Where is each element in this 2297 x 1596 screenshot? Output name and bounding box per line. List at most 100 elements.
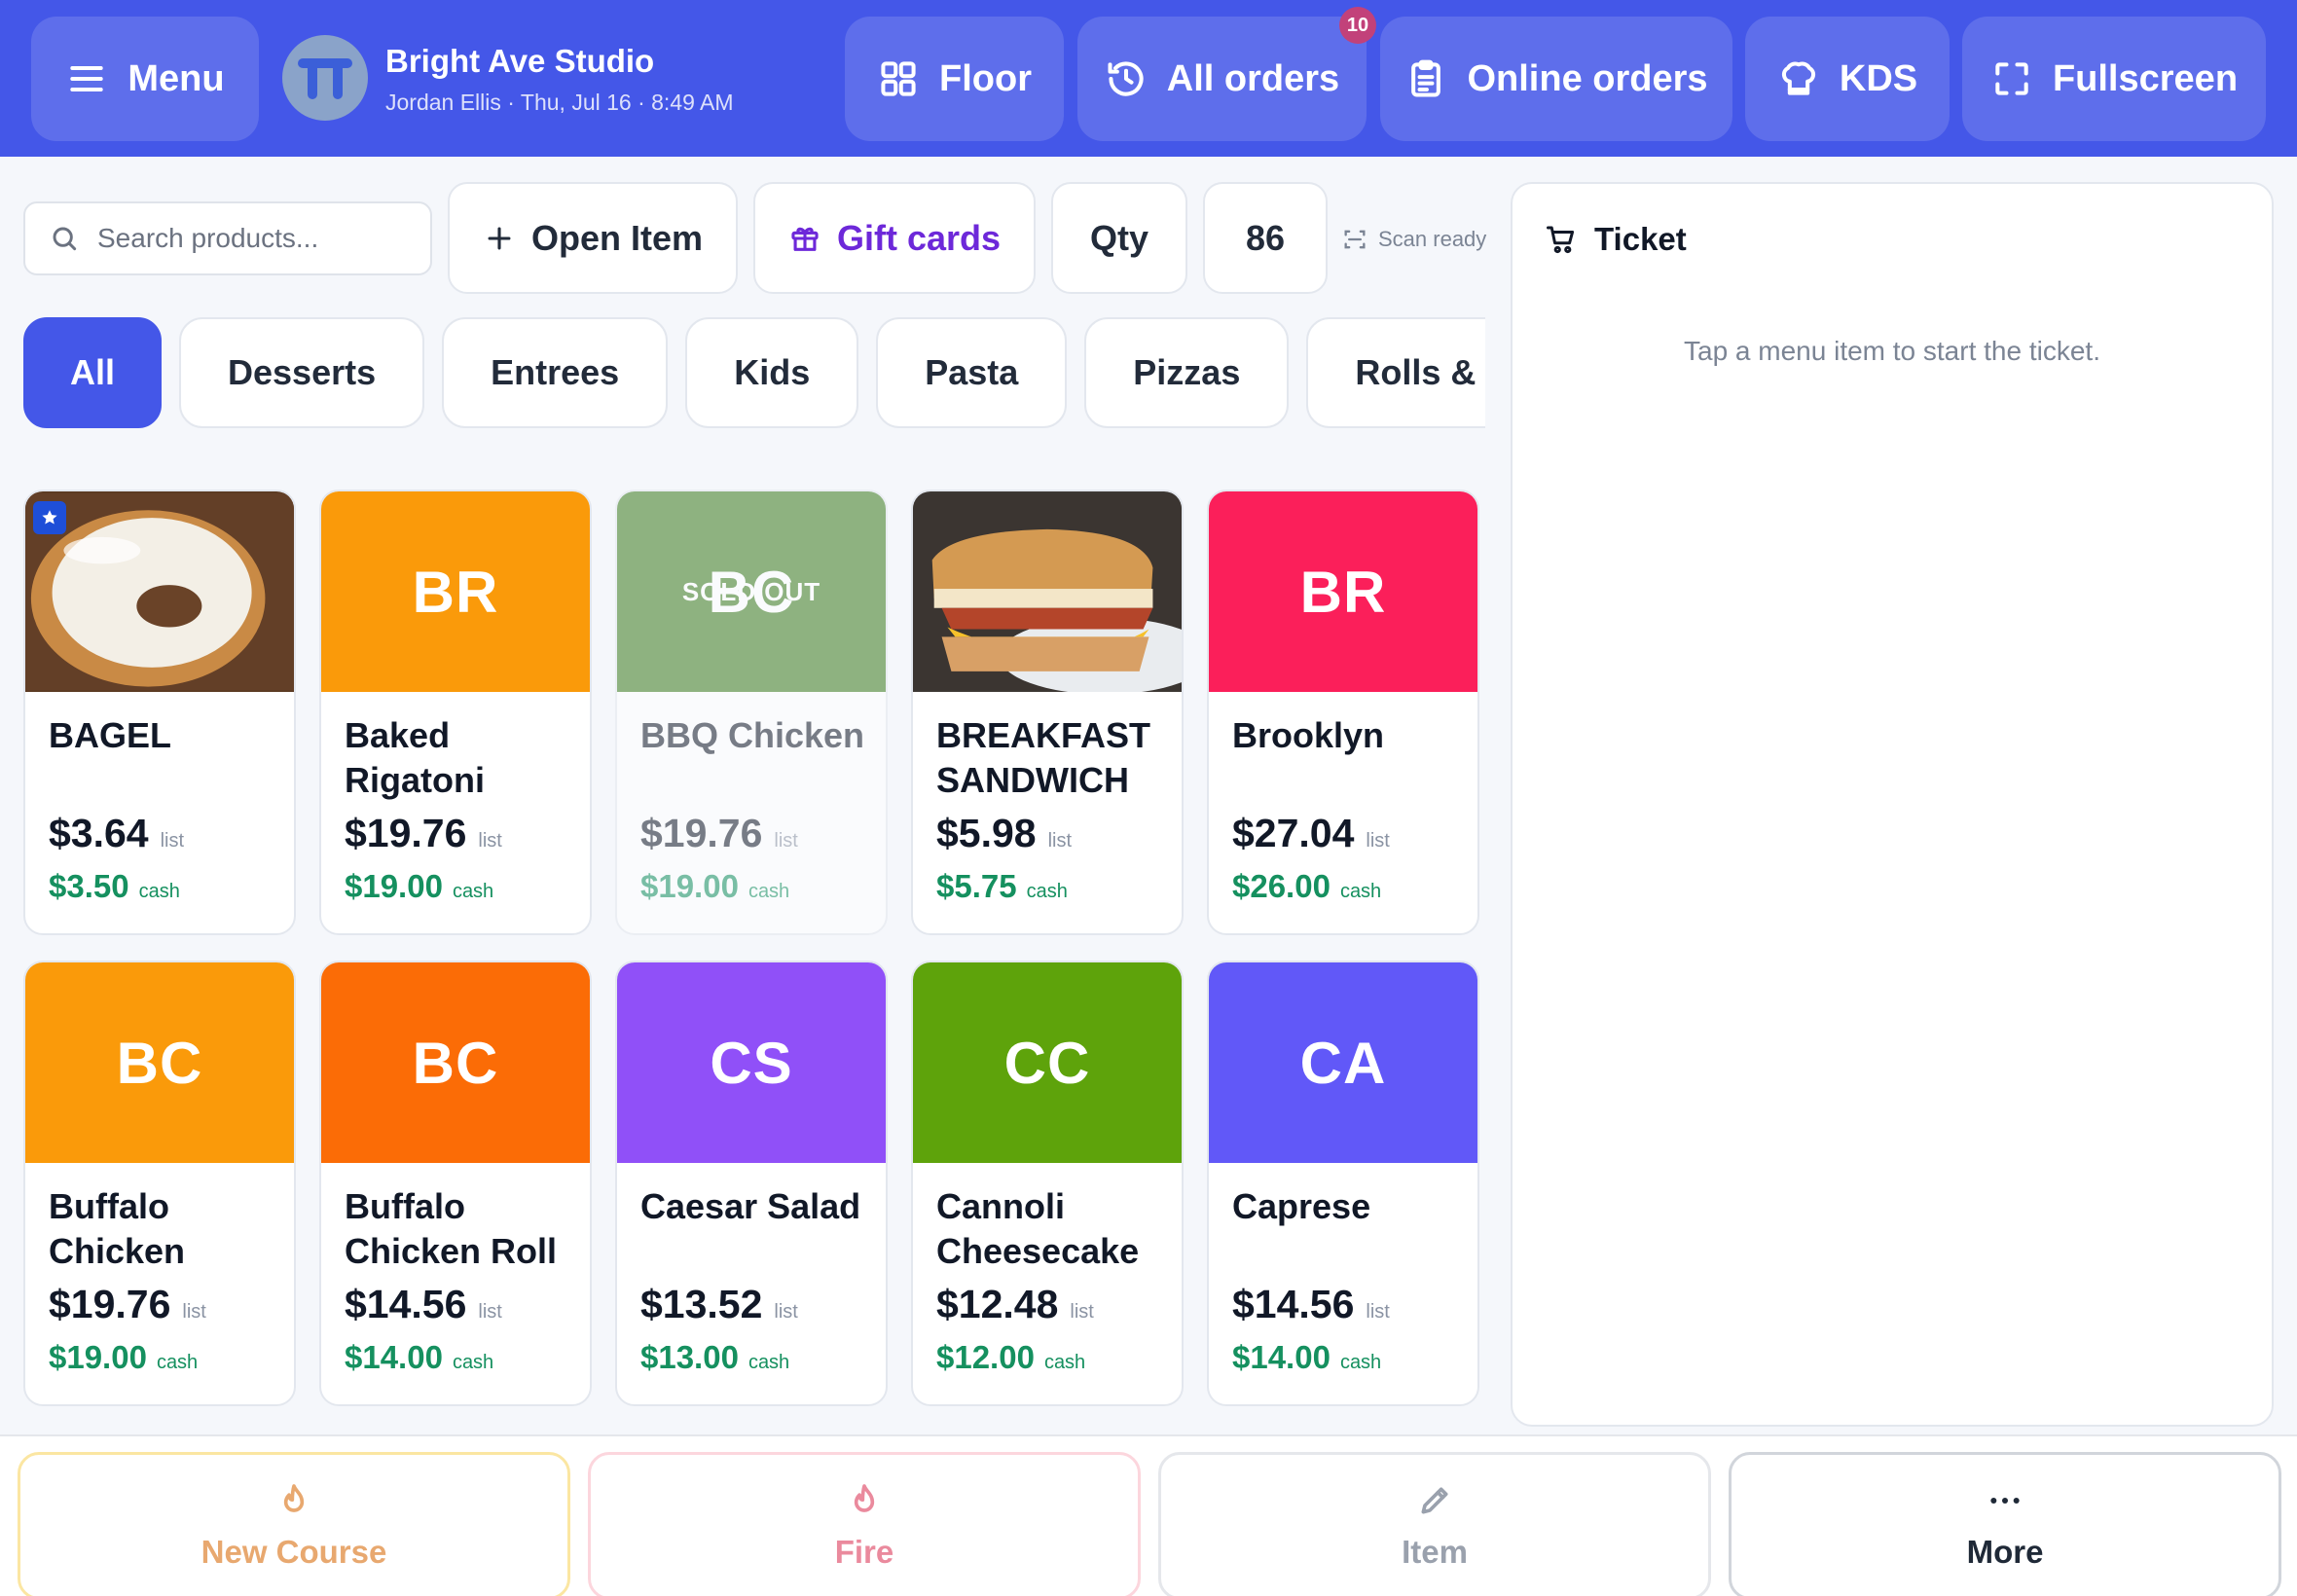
category-kids[interactable]: Kids xyxy=(685,317,859,428)
product-card-baked-rigatoni[interactable]: BR Baked Rigatoni $19.76 list $19.00 cash xyxy=(319,490,592,935)
ticket-title: Ticket xyxy=(1594,221,1687,257)
cash-price-value: $5.75 xyxy=(936,868,1017,904)
menu-button[interactable]: Menu xyxy=(31,17,259,141)
category-rolls[interactable]: Rolls & Ca xyxy=(1306,317,1485,428)
product-card-bbq-chicken[interactable]: BC SOLD OUT BBQ Chicken $19.76 list $19.0… xyxy=(615,490,888,935)
product-card-buffalo-chicken-roll[interactable]: BC Buffalo Chicken Roll $14.56 list $14.0… xyxy=(319,961,592,1406)
store-logo-mark xyxy=(298,58,352,99)
product-grid: BAGEL $3.64 list $3.50 cash BR Baked Rigat… xyxy=(23,490,1479,1406)
list-price-value: $14.56 xyxy=(345,1282,467,1326)
store-name: Bright Ave Studio xyxy=(385,43,655,79)
item-button[interactable]: Item xyxy=(1158,1452,1711,1596)
cash-price: $19.00 cash xyxy=(345,868,493,905)
fullscreen-button[interactable]: Fullscreen xyxy=(1962,17,2266,141)
cash-price: $19.00 cash xyxy=(640,868,789,905)
product-name: Caesar Salad xyxy=(640,1186,861,1226)
flame-icon xyxy=(283,1484,305,1512)
product-card-bagel[interactable]: BAGEL $3.64 list $3.50 cash xyxy=(23,490,296,935)
category-all[interactable]: All xyxy=(23,317,163,428)
sold-out-label: SOLD OUT xyxy=(681,576,821,606)
list-price-tag: list xyxy=(1047,830,1073,852)
top-bar: Menu Bright Ave Studio Jordan Ellis · Th… xyxy=(0,0,2297,157)
product-name: BREAKFAST SANDWICH xyxy=(936,715,1151,800)
menu-button-label: Menu xyxy=(128,57,225,99)
list-price-tag: list xyxy=(774,1301,798,1323)
list-price-value: $19.76 xyxy=(345,811,467,855)
fullscreen-icon xyxy=(1995,62,2028,95)
product-card-breakfast-sandwich[interactable]: BREAKFAST SANDWICH $5.98 list $5.75 cash xyxy=(911,490,1184,935)
search-icon xyxy=(53,227,77,251)
list-price-value: $27.04 xyxy=(1232,811,1355,855)
product-card-brooklyn[interactable]: BR Brooklyn $27.04 list $26.00 cash xyxy=(1207,490,1479,935)
list-price-value: $5.98 xyxy=(936,811,1037,855)
clipboard-icon xyxy=(1411,59,1441,97)
product-initials: CS xyxy=(710,1030,793,1096)
more-button[interactable]: More xyxy=(1729,1452,2281,1596)
product-card-caesar-salad[interactable]: CS Caesar Salad $13.52 list $13.00 cash xyxy=(615,961,888,1406)
cash-price: $14.00 cash xyxy=(345,1339,493,1376)
cash-price: $26.00 cash xyxy=(1232,868,1381,905)
product-card-caprese[interactable]: CA Caprese $14.56 list $14.00 cash xyxy=(1207,961,1479,1406)
online-orders-button-label: Online orders xyxy=(1467,57,1708,99)
category-pasta[interactable]: Pasta xyxy=(876,317,1068,428)
cash-price: $3.50 cash xyxy=(49,868,180,905)
product-name: Cannoli Cheesecake xyxy=(936,1186,1140,1271)
open-item-button[interactable]: Open Item xyxy=(448,182,738,294)
product-card-cannoli-cheesecake[interactable]: CC Cannoli Cheesecake $12.48 list $12.00 c… xyxy=(911,961,1184,1406)
category-entrees[interactable]: Entrees xyxy=(442,317,669,428)
list-price: $27.04 list xyxy=(1232,811,1390,856)
eighty-six-label: 86 xyxy=(1245,217,1286,258)
gift-cards-label: Gift cards xyxy=(836,217,1002,258)
grid-icon xyxy=(881,61,916,96)
ticket-panel: Ticket Tap a menu item to start the tick… xyxy=(1511,182,2274,1427)
cash-price: $5.75 cash xyxy=(936,868,1068,905)
sandwich-photo xyxy=(913,491,1182,692)
list-price: $14.56 list xyxy=(345,1282,502,1327)
product-initials: BR xyxy=(412,559,499,625)
new-course-label: New Course xyxy=(201,1534,387,1570)
cash-price-tag: cash xyxy=(138,881,180,902)
category-desserts[interactable]: Desserts xyxy=(179,317,425,428)
ticket-header: Ticket xyxy=(1544,221,1687,258)
product-name: BAGEL xyxy=(49,715,171,755)
fire-button[interactable]: Fire xyxy=(588,1452,1141,1596)
product-initials: BC xyxy=(116,1030,203,1096)
category-pizzas[interactable]: Pizzas xyxy=(1084,317,1290,428)
list-price-tag: list xyxy=(1070,1301,1094,1323)
all-orders-button-label: All orders xyxy=(1166,57,1340,99)
product-initials: CC xyxy=(1003,1030,1091,1096)
product-card-buffalo-chicken[interactable]: BC Buffalo Chicken $19.76 list $19.00 cash xyxy=(23,961,296,1406)
product-name: Baked Rigatoni xyxy=(345,715,485,800)
list-price-value: $13.52 xyxy=(640,1282,763,1326)
search-input[interactable] xyxy=(97,223,419,254)
new-course-button[interactable]: New Course xyxy=(18,1452,570,1596)
product-tile: BC xyxy=(321,962,590,1163)
product-search[interactable] xyxy=(23,201,432,275)
cash-price-value: $12.00 xyxy=(936,1339,1035,1375)
hamburger-icon xyxy=(70,65,104,92)
cash-price-tag: cash xyxy=(156,1352,199,1373)
cash-price-value: $19.00 xyxy=(345,868,443,904)
history-icon xyxy=(1108,61,1144,96)
product-name: Brooklyn xyxy=(1232,715,1385,755)
list-price-tag: list xyxy=(160,830,185,852)
product-name: Buffalo Chicken Roll xyxy=(345,1186,558,1271)
cash-price-tag: cash xyxy=(1339,1352,1382,1373)
product-tile: CS xyxy=(617,962,886,1163)
kds-button[interactable]: KDS xyxy=(1745,17,1950,141)
more-label: More xyxy=(1966,1534,2044,1570)
store-logo xyxy=(282,35,368,121)
cash-price-value: $26.00 xyxy=(1232,868,1331,904)
floor-button[interactable]: Floor xyxy=(845,17,1064,141)
eighty-six-button[interactable]: 86 xyxy=(1203,182,1328,294)
list-price-tag: list xyxy=(774,830,798,852)
gift-cards-button[interactable]: Gift cards xyxy=(753,182,1036,294)
list-price-value: $19.76 xyxy=(49,1282,171,1326)
all-orders-button[interactable]: All orders 10 xyxy=(1077,7,1376,141)
list-price-value: $3.64 xyxy=(49,811,149,855)
qty-button[interactable]: Qty xyxy=(1051,182,1187,294)
cash-price-value: $14.00 xyxy=(1232,1339,1331,1375)
favorite-star-icon xyxy=(33,501,66,534)
online-orders-button[interactable]: Online orders xyxy=(1380,17,1732,141)
list-price: $12.48 list xyxy=(936,1282,1094,1327)
